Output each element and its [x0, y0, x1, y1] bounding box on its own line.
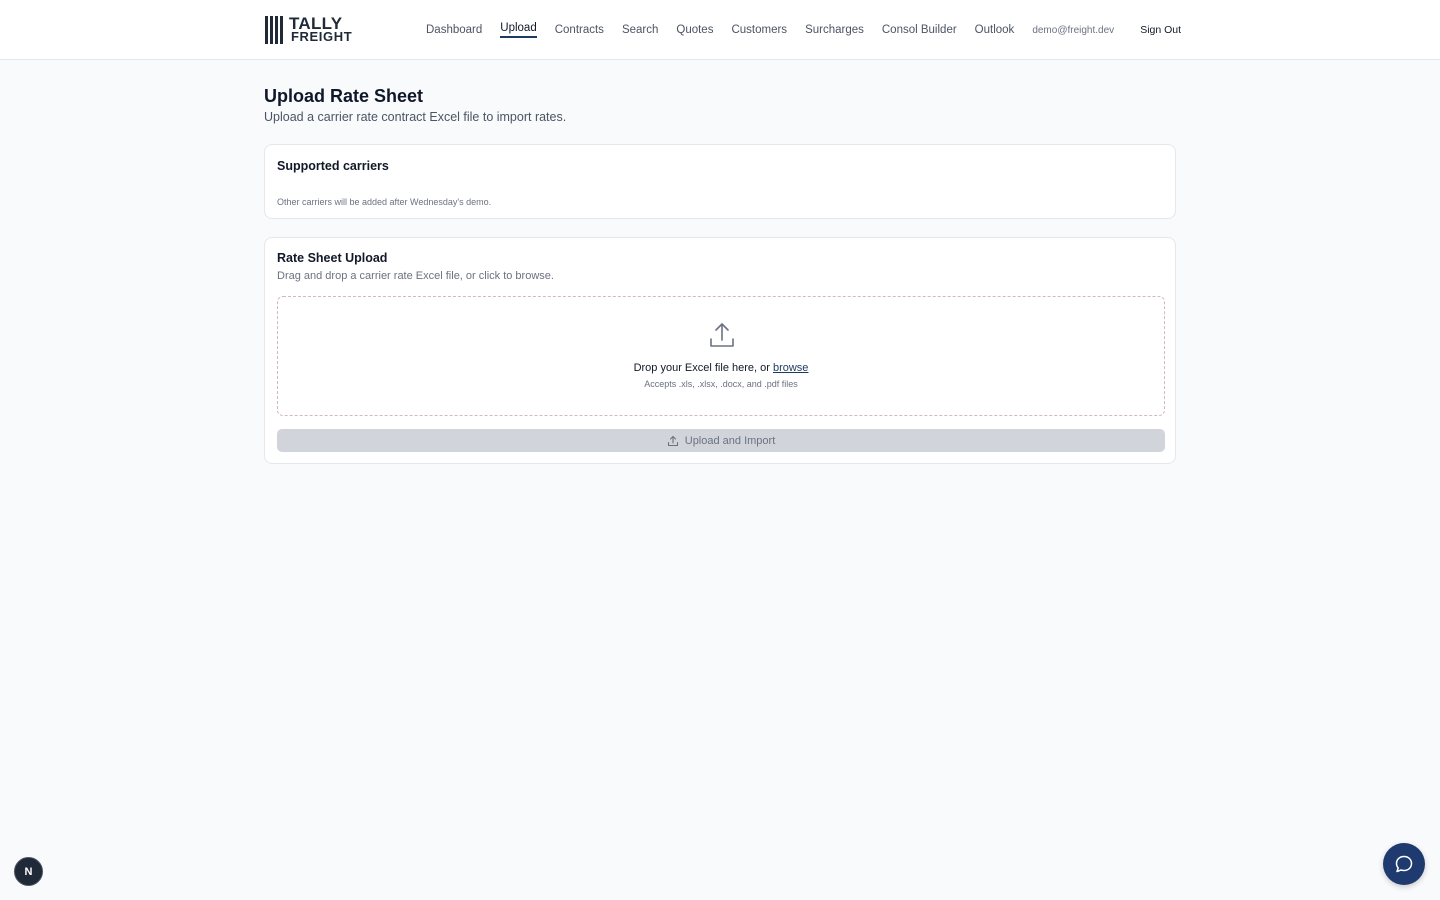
nav-quotes[interactable]: Quotes	[676, 20, 713, 40]
upload-description: Drag and drop a carrier rate Excel file,…	[277, 270, 554, 282]
nav-contracts[interactable]: Contracts	[555, 20, 604, 40]
tally-freight-logo[interactable]: TALLY FREIGHT	[265, 15, 352, 45]
dev-tools-badge[interactable]: N	[14, 857, 43, 886]
rate-sheet-upload-title: Rate Sheet Upload	[277, 251, 388, 265]
upload-icon	[667, 435, 678, 446]
accepted-file-types: Accepts .xls, .xlsx, .docx, and .pdf fil…	[644, 379, 798, 389]
upload-icon	[710, 323, 734, 347]
supported-carriers-card: Supported carriers Other carriers will b…	[264, 144, 1176, 219]
upload-and-import-button[interactable]: Upload and Import	[277, 429, 1165, 452]
logo-bars-icon	[265, 16, 283, 44]
main-nav: Dashboard Upload Contracts Search Quotes…	[426, 0, 1181, 60]
nav-surcharges[interactable]: Surcharges	[805, 20, 864, 40]
sign-out-button[interactable]: Sign Out	[1140, 20, 1181, 40]
nav-upload[interactable]: Upload	[500, 18, 537, 38]
chat-bubble-icon	[1395, 855, 1413, 873]
page-title: Upload Rate Sheet	[264, 86, 424, 106]
dropzone-text: Drop your Excel file here, or browse	[278, 362, 1164, 374]
nav-outlook[interactable]: Outlook	[975, 20, 1015, 40]
upload-button-label: Upload and Import	[684, 434, 776, 447]
drop-instruction: Drop your Excel file here, or	[633, 362, 770, 374]
page-subtitle: Upload a carrier rate contract Excel fil…	[264, 110, 567, 124]
nav-customers[interactable]: Customers	[731, 20, 787, 40]
file-dropzone[interactable]: Drop your Excel file here, or browse Acc…	[277, 296, 1165, 416]
nav-consol-builder[interactable]: Consol Builder	[882, 20, 957, 40]
user-email: demo@freight.dev	[1032, 24, 1115, 36]
top-navigation-bar: TALLY FREIGHT Dashboard Upload Contracts…	[0, 0, 1440, 60]
carriers-note: Other carriers will be added after Wedne…	[277, 197, 492, 207]
rate-sheet-upload-card: Rate Sheet Upload Drag and drop a carrie…	[264, 237, 1176, 464]
logo-line-2: FREIGHT	[291, 29, 353, 44]
nav-dashboard[interactable]: Dashboard	[426, 20, 482, 40]
nav-search[interactable]: Search	[622, 20, 658, 40]
badge-letter: N	[24, 865, 33, 878]
browse-link[interactable]: browse	[773, 362, 808, 374]
supported-carriers-title: Supported carriers	[277, 159, 389, 173]
chat-button[interactable]	[1383, 843, 1425, 885]
